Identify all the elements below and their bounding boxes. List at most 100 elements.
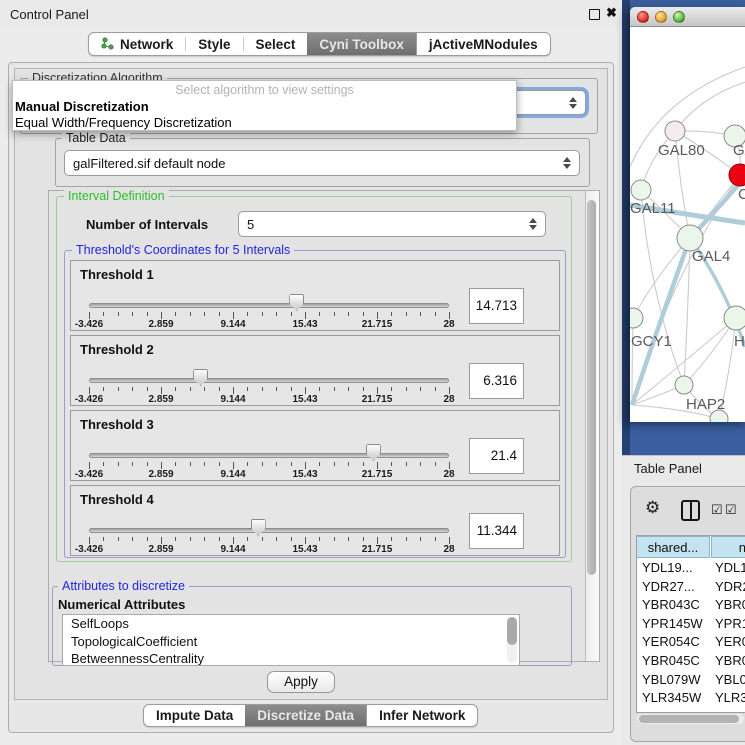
network-node-h[interactable] [724, 306, 745, 330]
slider-tick [161, 387, 162, 394]
cell-name[interactable]: YDL1 [715, 559, 745, 578]
minimize-traffic-light-icon[interactable] [655, 11, 667, 23]
column-header-shared-name[interactable]: shared... [636, 536, 710, 558]
threshold-value-field[interactable]: 21.4 [469, 438, 524, 474]
list-scrollbar-track[interactable] [507, 617, 517, 663]
network-window-titlebar[interactable] [630, 7, 745, 27]
cell-name[interactable]: YDR2 [715, 578, 745, 597]
table-row[interactable]: YPR145W YPR1 [637, 615, 745, 634]
slider-track[interactable] [89, 378, 449, 383]
network-node-gcy1[interactable] [630, 308, 643, 328]
apply-button[interactable]: Apply [267, 671, 335, 693]
cell-shared-name[interactable]: YLR345W [642, 689, 701, 708]
bottom-tab-bar: Impute Data Discretize Data Infer Networ… [143, 704, 478, 727]
popup-option-equal-width-frequency[interactable]: Equal Width/Frequency Discretization [13, 115, 516, 131]
slider-handle[interactable] [289, 294, 304, 311]
tab-select[interactable]: Select [244, 33, 308, 55]
number-of-intervals-label: Number of Intervals [86, 217, 208, 232]
float-window-icon[interactable] [589, 9, 600, 20]
tab-network[interactable]: Network [89, 33, 185, 55]
checkbox-icon[interactable]: ☑ [725, 502, 737, 518]
threshold-panel-1: Threshold 1-3.4262.8599.14415.4321.71528… [70, 260, 560, 331]
popup-option-manual-discretization[interactable]: Manual Discretization [13, 99, 516, 115]
network-node-gal11[interactable] [631, 180, 651, 200]
close-icon[interactable]: ✖ [606, 5, 617, 21]
table-row[interactable]: YDR27... YDR2 [637, 578, 745, 597]
numerical-attributes-list[interactable]: SelfLoops TopologicalCoefficient Between… [62, 614, 520, 666]
table-row[interactable]: YLR345W YLR3 [637, 689, 745, 708]
slider-tick [391, 387, 392, 391]
vertical-scrollbar-thumb[interactable] [587, 200, 596, 575]
horizontal-scrollbar-thumb[interactable] [639, 715, 739, 723]
slider-tick [262, 387, 263, 391]
slider-tick [420, 387, 421, 391]
slider-tick [420, 462, 421, 466]
tab-infer-network[interactable]: Infer Network [366, 705, 477, 726]
slider-tick [89, 312, 90, 319]
table-row[interactable]: YER054C YER0 [637, 633, 745, 652]
list-item[interactable]: TopologicalCoefficient [63, 633, 519, 651]
cell-name[interactable]: YIL0 [715, 708, 742, 713]
gear-icon[interactable]: ⚙ [645, 498, 660, 518]
cell-name[interactable]: YLR3 [715, 689, 745, 708]
node-table[interactable]: shared... na YDL19...YDL1YDR27...YDR2YBR… [636, 535, 745, 713]
slider-tick-label: 15.43 [292, 469, 317, 480]
cell-name[interactable]: YBL0 [715, 671, 745, 690]
slider-tick [190, 387, 191, 391]
slider-track[interactable] [89, 453, 449, 458]
table-panel-title: Table Panel [634, 461, 702, 476]
slider-track[interactable] [89, 528, 449, 533]
slider-handle[interactable] [251, 519, 266, 536]
table-row[interactable]: YBL079W YBL0 [637, 671, 745, 690]
slider-handle[interactable] [193, 369, 208, 386]
cell-shared-name[interactable]: YER054C [642, 633, 700, 652]
network-node-hap2[interactable] [675, 376, 693, 394]
combo-stepper-icon [525, 218, 541, 230]
cell-name[interactable]: YBR0 [715, 596, 745, 615]
cell-shared-name[interactable]: YDL19... [642, 559, 693, 578]
threshold-value-field[interactable]: 6.316 [469, 363, 524, 399]
table-row[interactable]: YDL19... YDL1 [637, 559, 745, 578]
list-scrollbar-thumb[interactable] [507, 617, 517, 645]
tab-style[interactable]: Style [186, 33, 242, 55]
table-row[interactable]: YIL052C YIL0 [637, 708, 745, 713]
checkbox-icon[interactable]: ☑ [711, 502, 723, 518]
slider-handle[interactable] [366, 444, 381, 461]
list-item[interactable]: BetweennessCentrality [63, 650, 519, 666]
tab-impute-data[interactable]: Impute Data [144, 705, 245, 726]
tab-cyni-toolbox[interactable]: Cyni Toolbox [307, 33, 416, 55]
slider-tick [233, 462, 234, 469]
cell-name[interactable]: YPR1 [715, 615, 745, 634]
tab-jactivemnodules[interactable]: jActiveMNodules [416, 33, 550, 55]
network-view-window[interactable]: GAL80GACGAL11GAL4GCY1HHAP2 [630, 7, 745, 422]
cell-shared-name[interactable]: YIL052C [642, 708, 693, 713]
list-item[interactable]: SelfLoops [63, 615, 519, 633]
slider-track[interactable] [89, 303, 449, 308]
column-header-name[interactable]: na [711, 536, 745, 558]
threshold-value-field[interactable]: 11.344 [469, 513, 524, 549]
network-node-gal80[interactable] [665, 121, 685, 141]
tab-discretize-data[interactable]: Discretize Data [245, 705, 366, 726]
interval-definition-label: Interval Definition [64, 189, 169, 203]
cell-shared-name[interactable]: YBR043C [642, 596, 700, 615]
cell-shared-name[interactable]: YPR145W [642, 615, 703, 634]
cell-shared-name[interactable]: YBR045C [642, 652, 700, 671]
horizontal-scrollbar-track[interactable] [637, 714, 744, 724]
table-row[interactable]: YBR043C YBR0 [637, 596, 745, 615]
cell-name[interactable]: YBR0 [715, 652, 745, 671]
slider-tick [161, 312, 162, 319]
table-row[interactable]: YBR045C YBR0 [637, 652, 745, 671]
cell-shared-name[interactable]: YDR27... [642, 578, 695, 597]
split-view-icon[interactable] [681, 500, 700, 521]
cell-name[interactable]: YER0 [715, 633, 745, 652]
network-canvas[interactable]: GAL80GACGAL11GAL4GCY1HHAP2 [630, 27, 745, 422]
table-data-combobox[interactable]: galFiltered.sif default node [64, 150, 580, 176]
thresholds-group-label: Threshold's Coordinates for 5 Intervals [72, 243, 294, 257]
cell-shared-name[interactable]: YBL079W [642, 671, 701, 690]
popup-prompt: Select algorithm to view settings [13, 81, 516, 99]
threshold-value-field[interactable]: 14.713 [469, 288, 524, 324]
number-of-intervals-combobox[interactable]: 5 [238, 211, 546, 237]
zoom-traffic-light-icon[interactable] [673, 11, 685, 23]
network-node-c[interactable] [729, 164, 745, 186]
close-traffic-light-icon[interactable] [637, 11, 649, 23]
